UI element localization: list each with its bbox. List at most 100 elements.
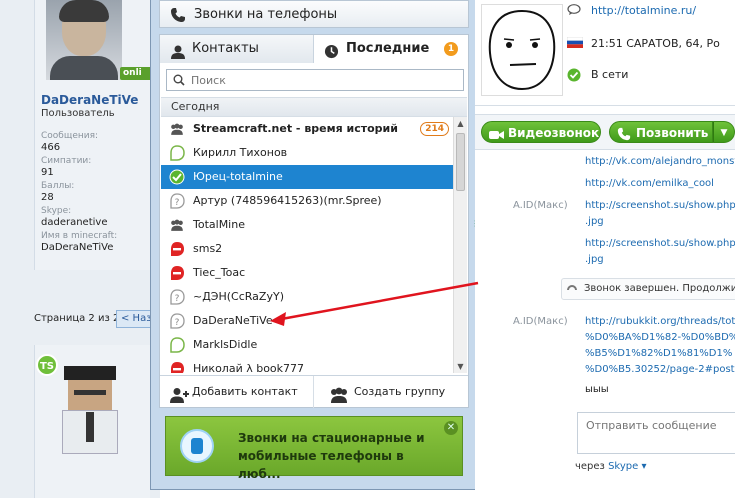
stat-value: DaDeraNeTiVe <box>41 242 114 253</box>
stat-value: 28 <box>41 192 54 203</box>
group-icon <box>328 384 350 416</box>
add-contact-label: Добавить контакт <box>192 385 298 398</box>
status-dnd-icon <box>169 265 185 281</box>
scroll-up-arrow-icon[interactable]: ▲ <box>454 117 467 130</box>
chat-link[interactable]: .jpg <box>585 252 604 268</box>
scroll-down-arrow-icon[interactable]: ▼ <box>454 360 467 373</box>
close-icon[interactable]: ✕ <box>444 421 458 435</box>
forum-user-stats: Сообщения: 466 Симпатии: 91 Баллы: 28 Sk… <box>41 130 151 255</box>
phone-icon <box>170 7 186 26</box>
clock-icon <box>324 42 339 70</box>
profile-url-text: http://totalmine.ru/ <box>591 4 697 17</box>
phone-icon <box>617 126 631 148</box>
status-unknown-icon: ? <box>169 313 185 329</box>
message-sender: A.ID(Макс) <box>513 316 568 327</box>
stat-key: Имя в minecraft: <box>41 231 118 241</box>
chat-link[interactable]: %D0%B5.30252/page-2#post- <box>585 362 735 378</box>
online-badge: onli <box>120 67 150 80</box>
send-via: через Skype ▾ <box>575 461 646 472</box>
profile-url[interactable]: http://totalmine.ru/ <box>567 4 697 17</box>
call-toolbar: Видеозвонок Позвонить ▼ <box>475 114 735 150</box>
chat-link[interactable]: http://vk.com/emilka_cool <box>585 176 714 192</box>
calls-to-phones-bar[interactable]: Звонки на телефоны <box>159 0 469 28</box>
search-input[interactable] <box>191 72 459 88</box>
contacts-panel: Контакты Последние 1 Сегодня Streamcraft… <box>159 34 469 408</box>
user-avatar[interactable] <box>56 360 134 460</box>
svg-text:?: ? <box>175 318 180 328</box>
chat-link[interactable]: http://screenshot.su/show.php <box>585 198 735 214</box>
call-ended-text: Звонок завершен. Продолжит <box>584 283 735 294</box>
chat-link[interactable]: http://screenshot.su/show.php <box>585 236 735 252</box>
contact-tabs: Контакты Последние 1 <box>160 35 468 63</box>
contact-name: ~ДЭН(CcRaZyY) <box>193 290 284 303</box>
chat-link[interactable]: http://rubukkit.org/threads/tota <box>585 314 735 330</box>
chat-link[interactable]: %B5%D1%82%D1%81%D1% <box>585 346 732 362</box>
contact-row[interactable]: sms2 <box>161 237 453 261</box>
contact-row[interactable]: Streamcraft.net - время историй 214 <box>161 117 453 141</box>
forum-user-role: Пользователь <box>41 108 115 119</box>
contact-row[interactable]: TotalMine <box>161 213 453 237</box>
chat-link[interactable]: .jpg <box>585 214 604 230</box>
status-online-icon <box>169 169 185 185</box>
forum-background: onli DaDeraNeTiVe Пользователь Сообщения… <box>0 0 160 498</box>
message-compose-box[interactable] <box>577 412 735 454</box>
contact-row[interactable]: ? ~ДЭН(CcRaZyY) <box>161 285 453 309</box>
add-contact-button[interactable]: Добавить контакт <box>160 376 314 408</box>
contact-search[interactable] <box>166 69 464 91</box>
create-group-button[interactable]: Создать группу <box>314 376 468 408</box>
speech-bubble-icon <box>567 4 581 19</box>
user-avatar[interactable] <box>46 0 122 80</box>
contacts-pane: Звонки на телефоны Контакты Последние 1 <box>159 0 471 484</box>
contact-profile: http://totalmine.ru/ 21:51 САРАТОВ, 64, … <box>475 0 735 106</box>
tab-contacts[interactable]: Контакты <box>160 35 314 63</box>
contact-avatar[interactable] <box>481 4 563 96</box>
hangup-phone-icon <box>567 285 577 290</box>
status-unknown-icon: ? <box>169 289 185 305</box>
contact-name: Кирилл Тихонов <box>193 146 288 159</box>
status-offline-icon <box>169 145 185 161</box>
profile-status-text: В сети <box>591 68 629 81</box>
forum-username[interactable]: DaDeraNeTiVe <box>41 93 138 107</box>
scroll-thumb[interactable] <box>456 133 465 191</box>
message-input[interactable] <box>578 413 735 453</box>
video-call-button[interactable]: Видеозвонок <box>481 121 601 143</box>
send-via-service-dropdown[interactable]: Skype ▾ <box>608 461 646 472</box>
contact-name: Артур (748596415263)(mr.Spree) <box>193 194 382 207</box>
landline-calls-promo[interactable]: Звонки на стационарные и мобильные телеф… <box>165 416 463 481</box>
stat-value: 466 <box>41 142 61 153</box>
contact-name: sms2 <box>193 242 223 255</box>
chat-link[interactable]: http://vk.com/alejandro_monst <box>585 154 735 170</box>
unread-count-badge: 214 <box>420 122 449 136</box>
promo-text: Звонки на стационарные и мобильные телеф… <box>238 431 425 481</box>
section-header-today: Сегодня <box>161 97 467 117</box>
status-online-icon <box>567 68 581 85</box>
contacts-scrollbar[interactable]: ▲ ▼ <box>453 117 467 373</box>
create-group-label: Создать группу <box>354 385 446 398</box>
chat-message-text: ыыы <box>585 384 609 395</box>
contact-row[interactable]: Кирилл Тихонов <box>161 141 453 165</box>
call-button[interactable]: Позвонить <box>609 121 713 143</box>
contact-row[interactable]: Николай λ book777 <box>161 357 453 373</box>
contact-name: Tiec_Toac <box>193 266 246 279</box>
chat-history: http://vk.com/alejandro_monst http://vk.… <box>475 152 735 402</box>
calls-bar-label: Звонки на телефоны <box>194 7 338 22</box>
call-options-chevron-down-icon[interactable]: ▼ <box>713 121 735 143</box>
contact-row[interactable]: ? Артур (748596415263)(mr.Spree) <box>161 189 453 213</box>
send-via-prefix: через <box>575 461 605 472</box>
call-label: Позвонить <box>636 126 709 140</box>
group-icon <box>169 121 185 137</box>
russia-flag-icon <box>566 36 584 51</box>
contact-row[interactable]: ? DaDeraNeTiVe <box>161 309 453 333</box>
stat-key: Skype: <box>41 206 72 216</box>
contact-row[interactable]: Юрец-totalmine <box>161 165 453 189</box>
chat-link[interactable]: %D0%BA%D1%82-%D0%BD% <box>585 330 735 346</box>
recent-contacts-list: Streamcraft.net - время историй 214 Кирилл… <box>161 117 453 373</box>
tab-recent[interactable]: Последние 1 <box>314 35 468 63</box>
contact-row[interactable]: Tiec_Toac <box>161 261 453 285</box>
contact-row[interactable]: MarklsDidle <box>161 333 453 357</box>
stat-key: Баллы: <box>41 181 75 191</box>
profile-status: В сети <box>567 68 629 82</box>
stat-value: 91 <box>41 167 54 178</box>
pagination-text: Страница 2 из 2 <box>34 313 120 324</box>
stat-key: Симпатии: <box>41 156 92 166</box>
